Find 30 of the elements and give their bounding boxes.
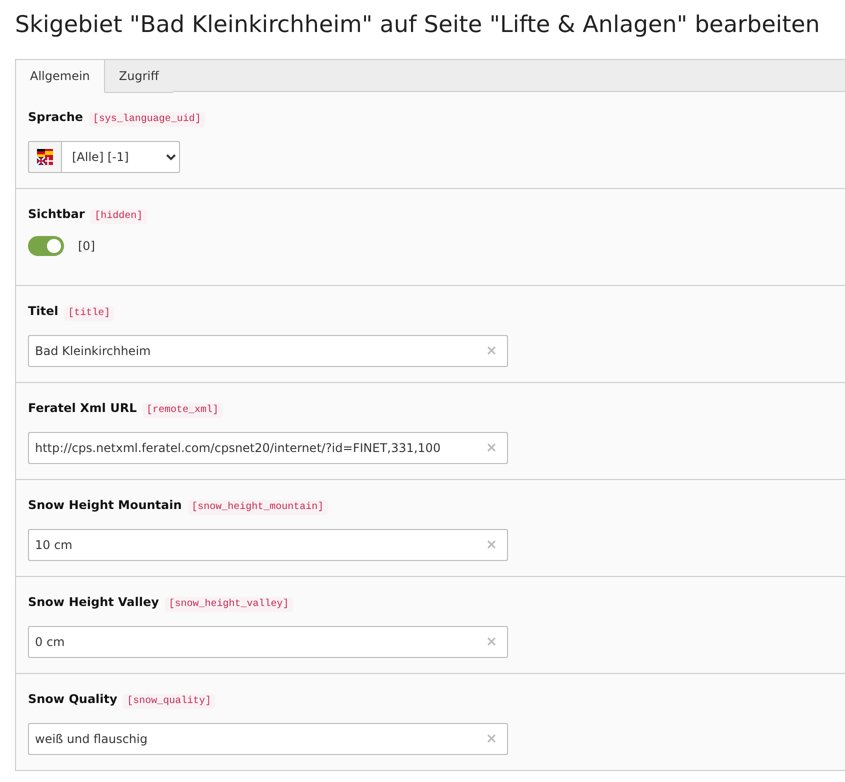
page-title: Skigebiet "Bad Kleinkirchheim" auf Seite "Lifte & Anlagen" bearbeiten (15, 11, 821, 40)
field-label: Snow Quality (28, 692, 118, 706)
tab[interactable]: Allgemein (16, 60, 105, 93)
field-label: Feratel Xml URL (28, 401, 137, 415)
language-select[interactable]: [Alle] [-1] (61, 141, 180, 173)
field-name: [snow_height_mountain] (188, 500, 328, 515)
field-name: [remote_xml] (142, 403, 223, 418)
text-field[interactable]: Bad Kleinkirchheim (28, 335, 508, 367)
text-field[interactable]: weiß und flauschig (28, 723, 508, 755)
field-label: Snow Height Mountain (28, 498, 182, 512)
text-field[interactable]: 10 cm (28, 529, 508, 561)
clear-icon[interactable] (487, 637, 496, 646)
field-name: [snow_quality] (123, 694, 216, 709)
field-label: Snow Height Valley (28, 595, 159, 609)
field-name: [sys_language_uid] (88, 112, 205, 127)
field-name: [hidden] (90, 209, 147, 224)
field-label: Sichtbar (28, 207, 85, 221)
clear-icon[interactable] (487, 734, 496, 743)
text-field[interactable]: 0 cm (28, 626, 508, 658)
clear-icon[interactable] (487, 443, 496, 452)
field-name: [title] (64, 306, 114, 321)
clear-icon[interactable] (487, 346, 496, 355)
clear-icon[interactable] (487, 540, 496, 549)
field-name: [snow_height_valley] (164, 597, 293, 612)
field-label: Sprache (28, 110, 84, 124)
field-label: Titel (28, 304, 58, 318)
flag-icon (37, 149, 53, 165)
toggle-value: [0] (78, 238, 95, 255)
text-field[interactable]: http://cps.netxml.feratel.com/cpsnet20/internet/?id=FINET,331,100 (28, 432, 508, 464)
toggle-switch[interactable] (28, 236, 64, 256)
